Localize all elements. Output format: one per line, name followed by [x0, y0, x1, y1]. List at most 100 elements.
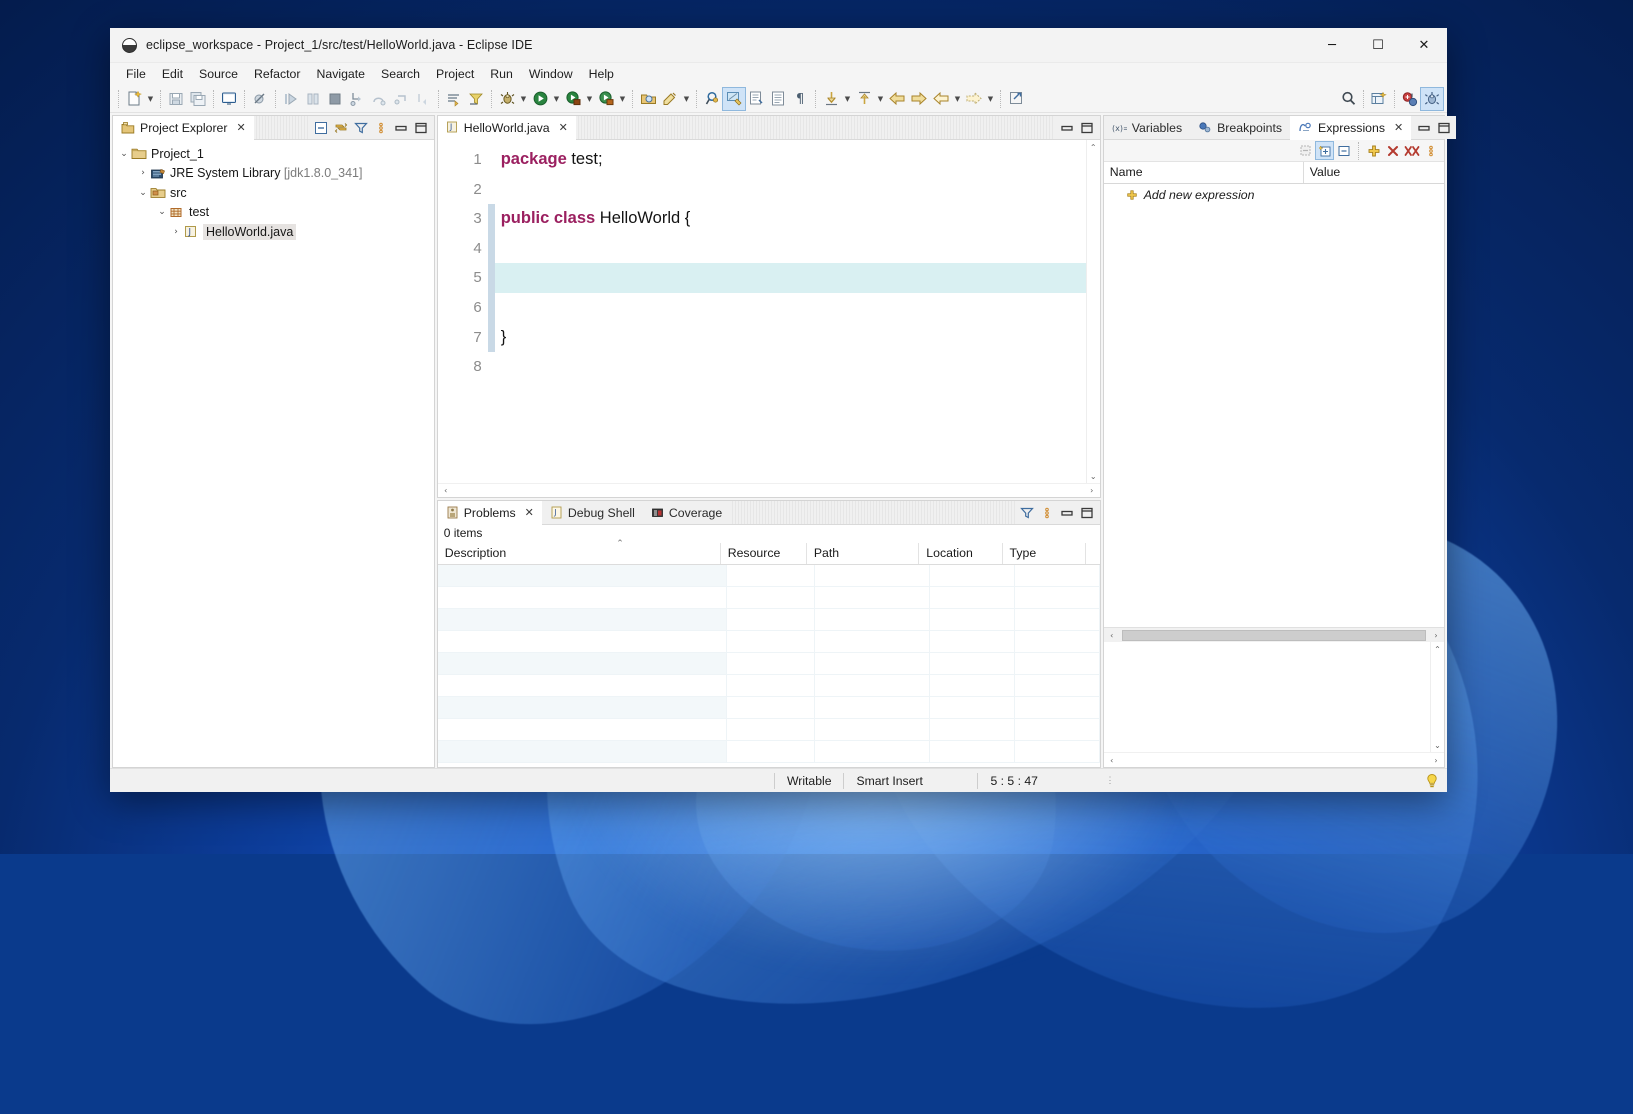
- chevron-down-icon[interactable]: ⌄: [117, 149, 131, 159]
- close-window-button[interactable]: ✕: [1401, 28, 1447, 62]
- open-task-icon[interactable]: [745, 88, 767, 110]
- column-header-resource[interactable]: Resource: [721, 543, 807, 564]
- scroll-down-icon[interactable]: ⌄: [1431, 738, 1444, 752]
- chevron-down-icon[interactable]: ▼: [518, 88, 529, 110]
- scroll-right-icon[interactable]: ›: [1084, 484, 1100, 498]
- tab-expressions[interactable]: Expressions ✕: [1290, 116, 1412, 140]
- remove-expression-icon[interactable]: [1384, 142, 1401, 159]
- step-filters-icon[interactable]: [443, 88, 465, 110]
- next-edit-icon[interactable]: [963, 88, 985, 110]
- minimize-window-button[interactable]: ─: [1309, 28, 1355, 62]
- new-java-class-icon[interactable]: [659, 88, 681, 110]
- maximize-icon[interactable]: [413, 119, 430, 136]
- maximize-window-button[interactable]: ☐: [1355, 28, 1401, 62]
- collapse-all-icon[interactable]: [313, 119, 330, 136]
- back-icon[interactable]: [886, 88, 908, 110]
- save-icon[interactable]: [165, 88, 187, 110]
- editor-vertical-scrollbar[interactable]: ⌃ ⌄: [1085, 140, 1100, 483]
- tab-variables[interactable]: (x)= Variables: [1103, 116, 1191, 139]
- menu-refactor[interactable]: Refactor: [246, 65, 308, 83]
- detail-horizontal-scrollbar[interactable]: ‹ ›: [1103, 752, 1445, 767]
- tab-problems[interactable]: Problems ✕: [437, 501, 543, 525]
- column-header-path[interactable]: Path: [807, 543, 920, 564]
- new-wizard-icon[interactable]: [123, 88, 145, 110]
- close-icon[interactable]: ✕: [559, 121, 568, 134]
- maximize-icon[interactable]: [1079, 119, 1096, 136]
- step-return-icon[interactable]: [390, 88, 412, 110]
- expressions-horizontal-scrollbar[interactable]: ‹ ›: [1103, 627, 1445, 642]
- view-menu-icon[interactable]: [1422, 142, 1439, 159]
- editor-body[interactable]: 1 2 3 4 5 6 7 8 package test; public cla…: [437, 140, 1100, 483]
- chevron-right-icon[interactable]: ›: [136, 168, 150, 178]
- minimize-icon[interactable]: [1059, 504, 1076, 521]
- run-last-tool-icon[interactable]: [595, 88, 617, 110]
- debug-icon[interactable]: [496, 88, 518, 110]
- table-row[interactable]: [437, 675, 1100, 697]
- column-header-type[interactable]: Type: [1003, 543, 1086, 564]
- menu-run[interactable]: Run: [482, 65, 521, 83]
- quick-access-search-icon[interactable]: [1337, 88, 1359, 110]
- project-tree[interactable]: ⌄ Project_1 › JRE System Library [jdk1.8…: [113, 140, 434, 767]
- close-icon[interactable]: ✕: [1394, 121, 1403, 134]
- suspend-icon[interactable]: [302, 88, 324, 110]
- minimize-icon[interactable]: [1059, 119, 1076, 136]
- column-header-name[interactable]: Name: [1104, 162, 1304, 183]
- tree-item-jre-library[interactable]: › JRE System Library [jdk1.8.0_341]: [113, 164, 434, 184]
- table-row[interactable]: [437, 565, 1100, 587]
- save-all-icon[interactable]: [187, 88, 209, 110]
- tree-item-package-test[interactable]: ⌄ test: [113, 203, 434, 223]
- java-perspective-icon[interactable]: [1399, 88, 1421, 110]
- chevron-down-icon[interactable]: ▼: [875, 88, 886, 110]
- expressions-table-body[interactable]: Add new expression: [1103, 184, 1445, 627]
- column-header-location[interactable]: Location: [919, 543, 1003, 564]
- remove-all-expressions-icon[interactable]: [1403, 142, 1420, 159]
- chevron-down-icon[interactable]: ▼: [145, 88, 156, 110]
- editor-marker-gutter[interactable]: [437, 140, 454, 483]
- scroll-left-icon[interactable]: ‹: [438, 484, 454, 498]
- pin-editor-icon[interactable]: [1005, 88, 1027, 110]
- tab-helloworld-java[interactable]: J HelloWorld.java ✕: [437, 116, 576, 140]
- open-type-icon[interactable]: [637, 88, 659, 110]
- step-into-icon[interactable]: [346, 88, 368, 110]
- scroll-left-icon[interactable]: ‹: [1104, 628, 1120, 642]
- chevron-down-icon[interactable]: ▼: [681, 88, 692, 110]
- open-perspective-icon[interactable]: [1368, 88, 1390, 110]
- editor-horizontal-scrollbar[interactable]: ‹ ›: [437, 483, 1100, 498]
- previous-edit-icon[interactable]: [930, 88, 952, 110]
- terminate-icon[interactable]: [324, 88, 346, 110]
- add-new-expression-row[interactable]: Add new expression: [1104, 184, 1444, 206]
- scroll-down-icon[interactable]: ⌄: [1087, 469, 1100, 483]
- tab-debug-shell[interactable]: J Debug Shell: [541, 501, 643, 524]
- menu-edit[interactable]: Edit: [154, 65, 191, 83]
- chevron-down-icon[interactable]: ▼: [617, 88, 628, 110]
- link-with-editor-icon[interactable]: [333, 119, 350, 136]
- next-annotation-icon[interactable]: [820, 88, 842, 110]
- search-java-icon[interactable]: [701, 88, 723, 110]
- chevron-down-icon[interactable]: ▼: [842, 88, 853, 110]
- skip-breakpoints-icon[interactable]: [249, 88, 271, 110]
- menu-project[interactable]: Project: [428, 65, 482, 83]
- menu-source[interactable]: Source: [191, 65, 246, 83]
- tree-item-project[interactable]: ⌄ Project_1: [113, 144, 434, 164]
- toggle-mark-occurrences-icon[interactable]: [722, 86, 746, 111]
- column-header-description[interactable]: Description ⌃: [438, 539, 721, 564]
- expand-expressions-icon[interactable]: [1315, 141, 1335, 160]
- collapse-all-icon[interactable]: [1297, 142, 1314, 159]
- use-step-filters-icon[interactable]: [465, 88, 487, 110]
- close-icon[interactable]: ✕: [236, 121, 245, 134]
- scroll-up-icon[interactable]: ⌃: [1431, 642, 1444, 656]
- chevron-down-icon[interactable]: ▼: [551, 88, 562, 110]
- table-row[interactable]: [437, 653, 1100, 675]
- close-icon[interactable]: ✕: [525, 506, 534, 519]
- quick-fix-bulb-icon[interactable]: [1425, 773, 1439, 789]
- debug-perspective-icon[interactable]: [1420, 86, 1444, 111]
- editor-code-area[interactable]: package test; public class HelloWorld { …: [494, 140, 1086, 483]
- run-icon[interactable]: [529, 88, 551, 110]
- chevron-down-icon[interactable]: ▼: [584, 88, 595, 110]
- minimize-icon[interactable]: [393, 119, 410, 136]
- menu-help[interactable]: Help: [581, 65, 622, 83]
- scroll-left-icon[interactable]: ‹: [1104, 753, 1120, 767]
- previous-annotation-icon[interactable]: [853, 88, 875, 110]
- add-expression-icon[interactable]: [1365, 142, 1382, 159]
- chevron-down-icon[interactable]: ⌄: [155, 207, 169, 217]
